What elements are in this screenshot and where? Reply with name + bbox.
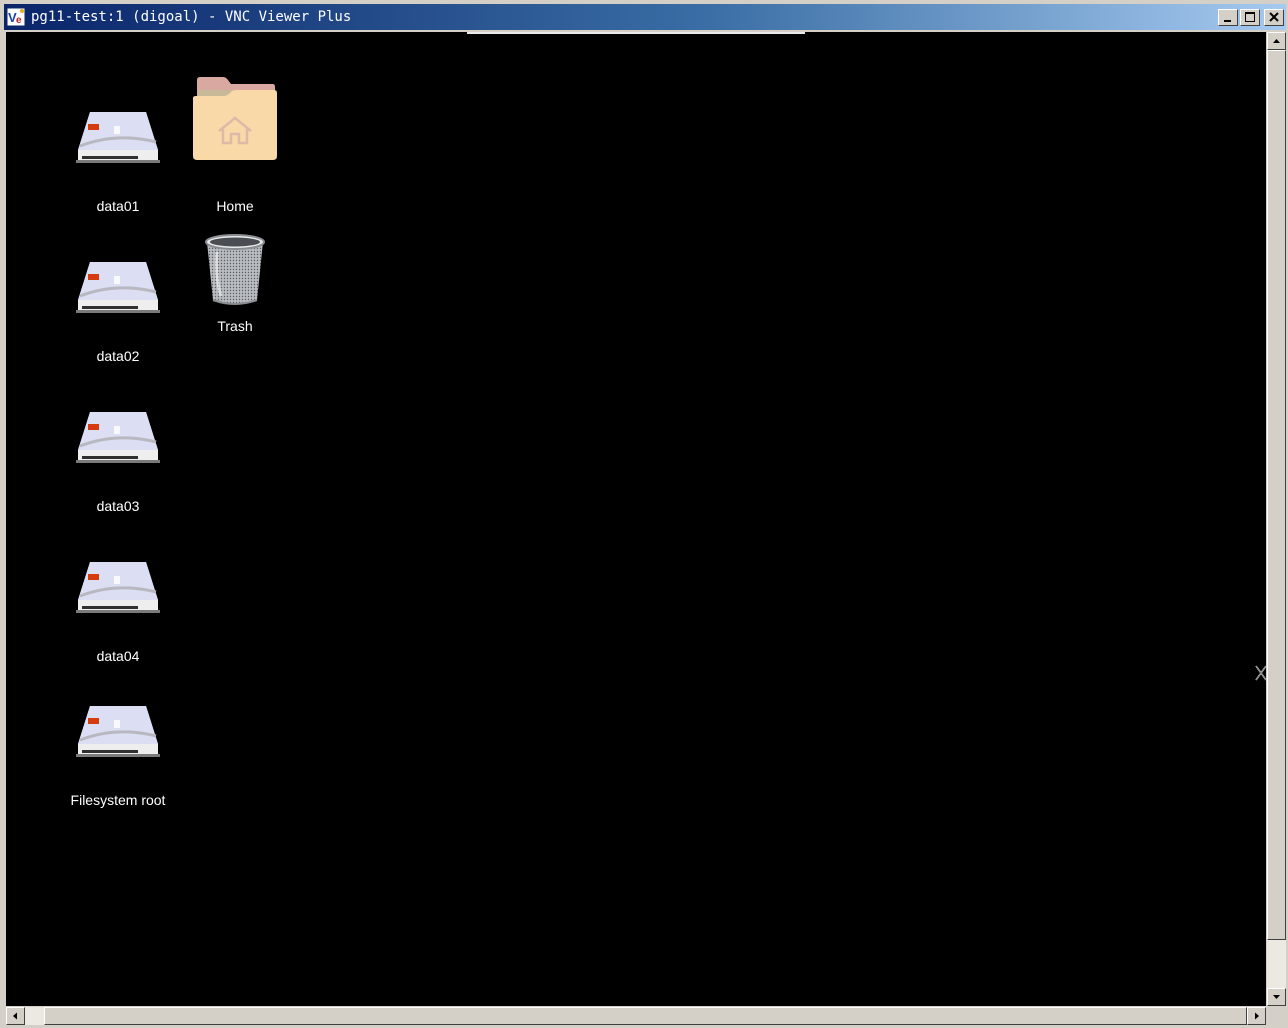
top-panel-edge xyxy=(467,32,805,34)
scroll-right-button[interactable] xyxy=(1247,1007,1266,1025)
desktop-icon-label: Filesystem root xyxy=(70,792,166,808)
vnc-viewer-icon: V e xyxy=(7,8,25,26)
title-bar[interactable]: V e pg11-test:1 (digoal) - VNC Viewer Pl… xyxy=(4,4,1286,30)
minimize-button[interactable] xyxy=(1218,9,1238,26)
drive-icon xyxy=(76,412,160,463)
drive-icon xyxy=(76,112,160,163)
arrow-right-icon xyxy=(1255,1012,1259,1020)
desktop-icon-label: data04 xyxy=(96,648,140,664)
desktop-icon-label: Home xyxy=(216,198,254,214)
scroll-down-button[interactable] xyxy=(1267,988,1286,1006)
horizontal-scrollbar[interactable] xyxy=(6,1007,1266,1025)
desktop-icon-label: data03 xyxy=(96,498,140,514)
scroll-up-button[interactable] xyxy=(1267,32,1286,50)
minimize-icon xyxy=(1224,20,1231,22)
drive-icon xyxy=(76,562,160,613)
resize-cursor-icon xyxy=(1255,665,1266,681)
close-icon xyxy=(1269,12,1279,22)
remote-desktop[interactable]: data01 data02 data03 data04 Filesystem r… xyxy=(6,32,1266,1006)
close-button[interactable] xyxy=(1264,9,1284,26)
scrollbar-corner xyxy=(1267,1007,1286,1025)
drive-icon xyxy=(76,706,160,757)
home-folder-icon xyxy=(193,77,277,160)
horizontal-scroll-thumb[interactable] xyxy=(44,1007,1247,1025)
drive-icon xyxy=(76,262,160,313)
maximize-button[interactable] xyxy=(1240,9,1260,26)
vertical-scrollbar[interactable] xyxy=(1267,32,1286,1006)
arrow-left-icon xyxy=(13,1012,17,1020)
window-title: pg11-test:1 (digoal) - VNC Viewer Plus xyxy=(31,9,352,25)
arrow-down-icon xyxy=(1273,995,1280,999)
arrow-up-icon xyxy=(1273,39,1280,43)
maximize-icon xyxy=(1245,12,1255,22)
svg-text:e: e xyxy=(16,15,22,26)
vertical-scroll-thumb[interactable] xyxy=(1267,50,1286,940)
desktop-icon-label: data02 xyxy=(96,348,140,364)
scroll-left-button[interactable] xyxy=(6,1007,25,1025)
desktop-icon-label: Trash xyxy=(217,318,253,334)
trash-icon xyxy=(205,234,265,305)
vnc-viewer-window: V e pg11-test:1 (digoal) - VNC Viewer Pl… xyxy=(0,0,1288,1028)
